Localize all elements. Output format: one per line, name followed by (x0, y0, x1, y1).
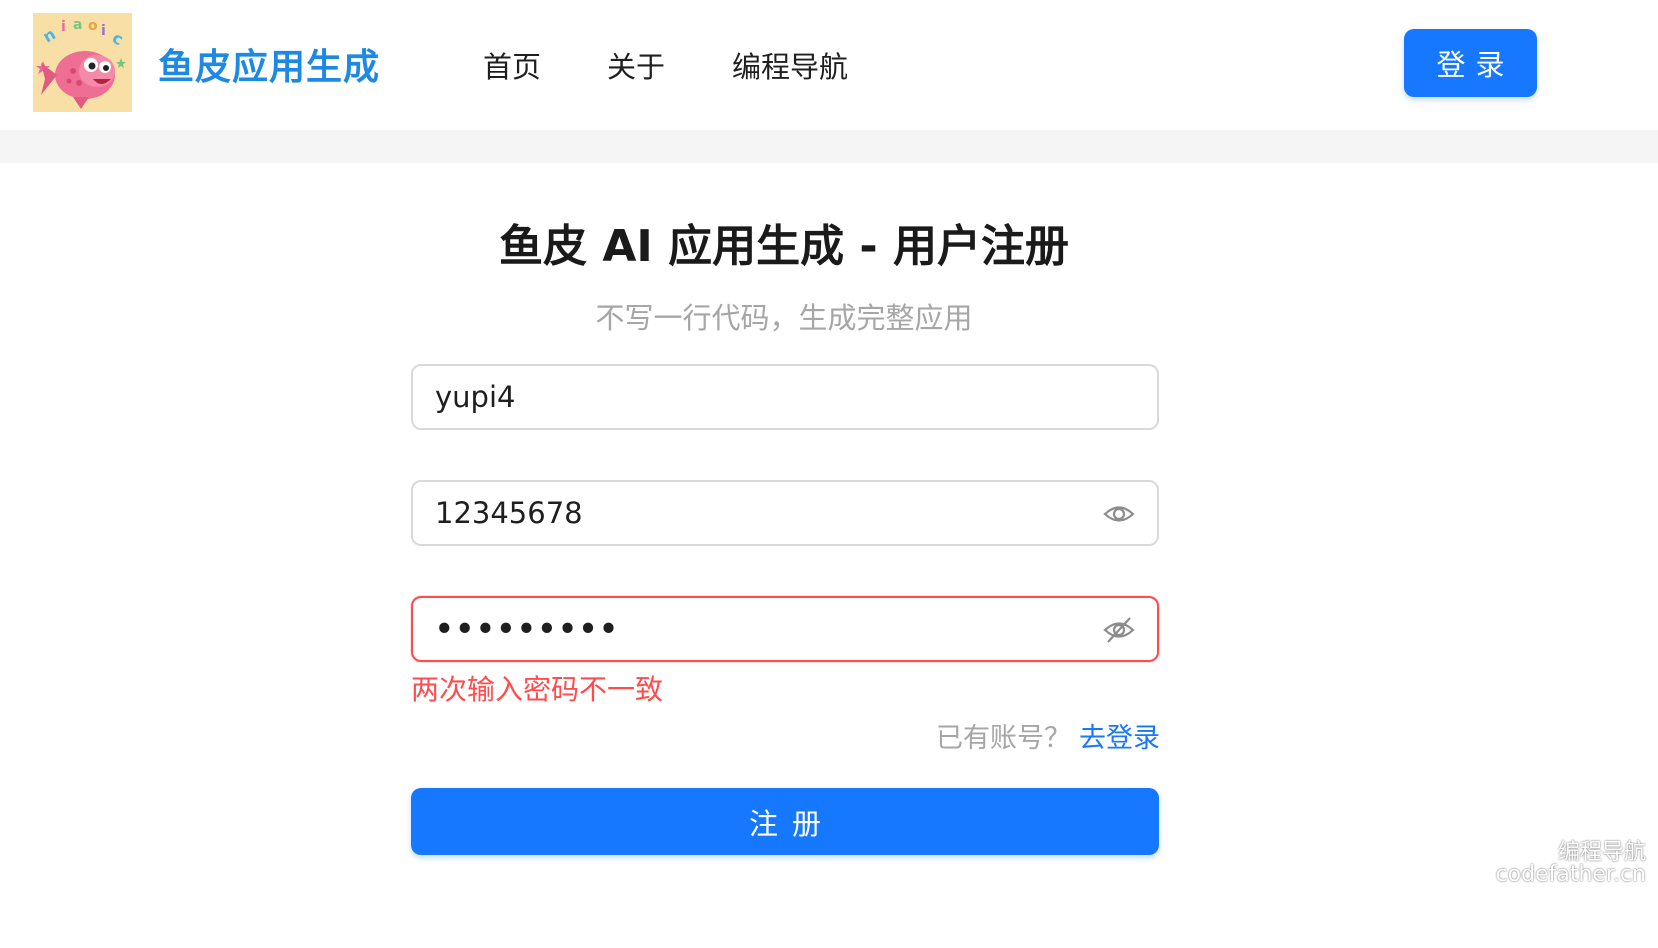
confirm-password-input[interactable] (435, 598, 1075, 660)
username-field[interactable] (411, 364, 1159, 430)
eye-icon[interactable] (1103, 499, 1135, 529)
nav-home[interactable]: 首页 (483, 44, 541, 84)
password-field[interactable] (411, 480, 1159, 546)
svg-text:i: i (61, 19, 66, 35)
confirm-password-field[interactable] (411, 596, 1159, 662)
brand-name[interactable]: 鱼皮应用生成 (158, 38, 380, 90)
svg-text:a: a (73, 17, 82, 33)
register-button[interactable]: 注册 (411, 788, 1159, 855)
username-input[interactable] (435, 366, 1075, 428)
logo[interactable]: n i a o i c (33, 13, 132, 112)
fish-logo-icon: n i a o i c (33, 13, 132, 112)
nav-coding-guide[interactable]: 编程导航 (732, 44, 848, 84)
svg-text:o: o (88, 18, 98, 34)
watermark-url: codefather.cn (1495, 862, 1646, 887)
page-subtitle: 不写一行代码，生成完整应用 (595, 301, 973, 335)
header-divider-band (0, 130, 1658, 163)
header-login-button[interactable]: 登录 (1404, 29, 1537, 97)
svg-text:i: i (101, 23, 106, 39)
header: n i a o i c 鱼皮应用生成 首页 关于 编程导航 登录 (0, 0, 1658, 130)
eye-off-icon[interactable] (1103, 615, 1135, 645)
nav-about[interactable]: 关于 (607, 44, 665, 84)
password-input[interactable] (435, 482, 1075, 544)
password-mismatch-error: 两次输入密码不一致 (411, 673, 664, 706)
page-title: 鱼皮 AI 应用生成 - 用户注册 (499, 221, 1069, 272)
has-account-text: 已有账号？ (936, 723, 1071, 754)
goto-login-link[interactable]: 去登录 (1079, 716, 1160, 755)
